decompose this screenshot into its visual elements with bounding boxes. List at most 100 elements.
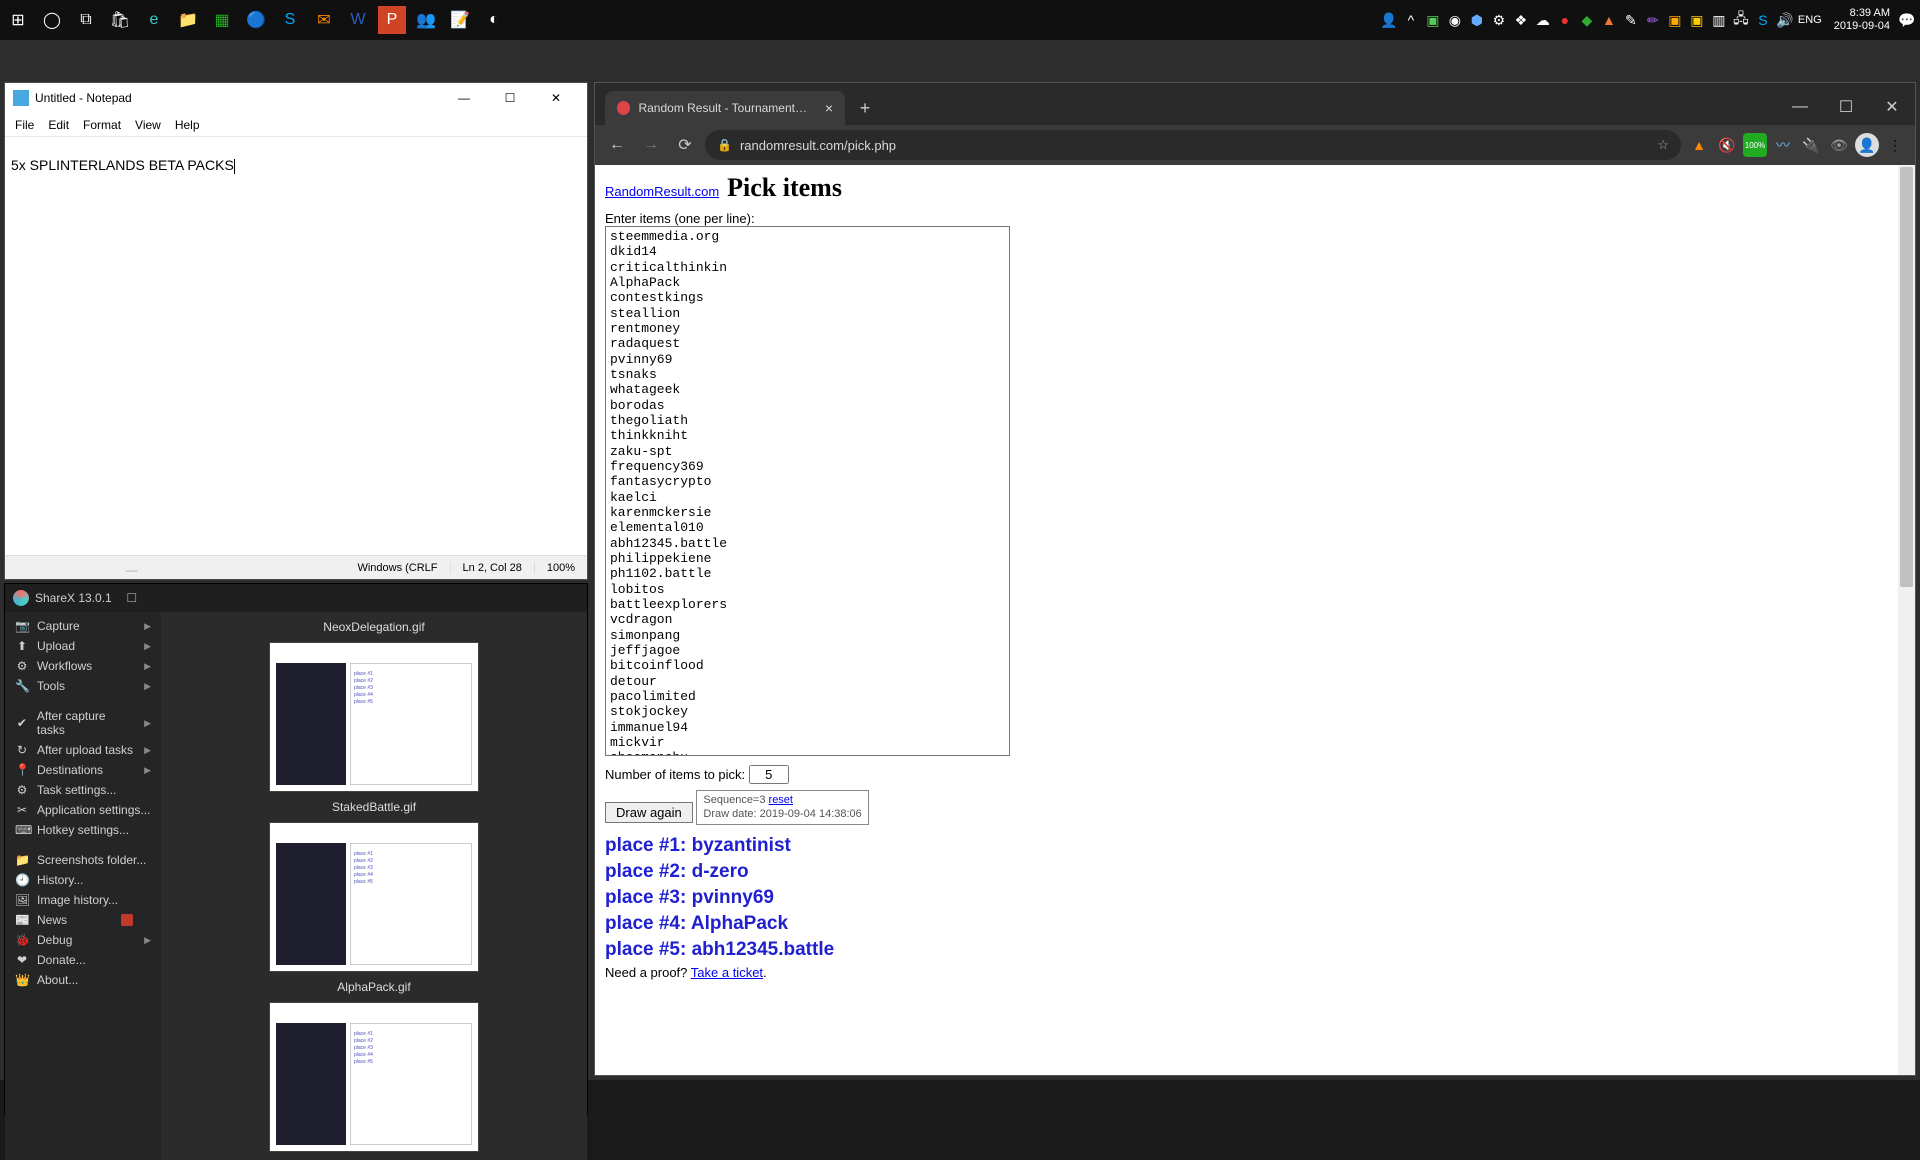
extension-icon[interactable]: 👁: [1827, 133, 1851, 157]
tray-icon[interactable]: ▣: [1424, 11, 1442, 29]
new-tab-button[interactable]: +: [851, 94, 879, 122]
sidebar-item[interactable]: ⚙Workflows▶: [5, 656, 161, 676]
minimize-button[interactable]: —: [1777, 89, 1823, 125]
forward-button[interactable]: →: [637, 131, 665, 159]
page-scrollbar[interactable]: [1898, 165, 1915, 1075]
tab-close-icon[interactable]: ×: [825, 100, 833, 116]
explorer-icon[interactable]: 📁: [174, 6, 202, 34]
tray-icon[interactable]: 🖧: [1732, 11, 1750, 29]
sidebar-item[interactable]: 📍Destinations▶: [5, 760, 161, 780]
sidebar-item[interactable]: ⌨Hotkey settings...: [5, 820, 161, 840]
tray-icon[interactable]: ❖: [1512, 11, 1530, 29]
tray-skype-icon[interactable]: S: [1754, 11, 1772, 29]
teams-icon[interactable]: 👥: [412, 6, 440, 34]
sidebar-item[interactable]: 🔧Tools▶: [5, 676, 161, 696]
tray-people-icon[interactable]: 👤: [1380, 11, 1398, 29]
sidebar-item[interactable]: ✂Application settings...: [5, 800, 161, 820]
taskbar-clock[interactable]: 8:39 AM 2019-09-04: [1834, 7, 1890, 33]
close-button[interactable]: ✕: [1869, 89, 1915, 125]
sharex-app-icon: [13, 590, 29, 606]
excel-icon[interactable]: ▦: [208, 6, 236, 34]
extension-icon[interactable]: 🔌: [1799, 133, 1823, 157]
extension-icon[interactable]: ▲: [1687, 133, 1711, 157]
address-bar[interactable]: 🔒 randomresult.com/pick.php ☆: [705, 130, 1681, 160]
menu-help[interactable]: Help: [169, 116, 206, 134]
sharex-taskbar-icon[interactable]: ◐: [480, 6, 508, 34]
tray-volume-icon[interactable]: 🔊: [1776, 11, 1794, 29]
brand-link[interactable]: RandomResult.com: [605, 184, 719, 199]
minimize-button[interactable]: —: [441, 83, 487, 113]
thumbnail[interactable]: place #1place #2place #3place #4place #5: [269, 1002, 479, 1152]
tray-icon[interactable]: ✏: [1644, 11, 1662, 29]
extension-icon[interactable]: 100%: [1743, 133, 1767, 157]
minimize-button[interactable]: —: [112, 556, 152, 584]
store-icon[interactable]: 🛍: [106, 6, 134, 34]
tray-language[interactable]: ENG: [1798, 14, 1822, 26]
tray-icon[interactable]: ▥: [1710, 11, 1728, 29]
extension-icon[interactable]: 🔇: [1715, 133, 1739, 157]
thumbnail[interactable]: place #1place #2place #3place #4place #5: [269, 822, 479, 972]
tray-icon[interactable]: ◉: [1446, 11, 1464, 29]
tray-icon[interactable]: ◆: [1578, 11, 1596, 29]
tray-icon[interactable]: ✎: [1622, 11, 1640, 29]
sidebar-item[interactable]: ↻After upload tasks▶: [5, 740, 161, 760]
reload-button[interactable]: ⟳: [671, 131, 699, 159]
notepad-icon[interactable]: 📝: [446, 6, 474, 34]
skype-icon[interactable]: S: [276, 6, 304, 34]
taskview-icon[interactable]: ⧉: [72, 6, 100, 34]
profile-avatar[interactable]: 👤: [1855, 133, 1879, 157]
maximize-button[interactable]: ☐: [1823, 89, 1869, 125]
edge-icon[interactable]: e: [140, 6, 168, 34]
sidebar-item[interactable]: 🕘History...: [5, 870, 161, 890]
draw-again-button[interactable]: Draw again: [605, 802, 693, 823]
menu-edit[interactable]: Edit: [42, 116, 75, 134]
browser-tab[interactable]: Random Result - Tournament dra ×: [605, 91, 845, 125]
tray-icon[interactable]: ▣: [1666, 11, 1684, 29]
bookmark-star-icon[interactable]: ☆: [1657, 137, 1669, 153]
menu-file[interactable]: File: [9, 116, 40, 134]
cortana-icon[interactable]: ◯: [38, 6, 66, 34]
menu-view[interactable]: View: [129, 116, 167, 134]
sequence-text: Sequence=3: [703, 794, 768, 806]
scrollbar-thumb[interactable]: [1900, 167, 1913, 587]
sidebar-item[interactable]: 📷Capture▶: [5, 616, 161, 636]
sidebar-item-label: Destinations: [37, 763, 103, 777]
sidebar-item[interactable]: 📁Screenshots folder...: [5, 850, 161, 870]
reset-link[interactable]: reset: [769, 794, 793, 806]
powerpoint-icon[interactable]: P: [378, 6, 406, 34]
start-button[interactable]: ⊞: [4, 6, 32, 34]
sharex-titlebar[interactable]: ShareX 13.0.1 — ☐ ✕: [5, 584, 587, 612]
maximize-button[interactable]: ☐: [487, 83, 533, 113]
tray-icon[interactable]: ☁: [1534, 11, 1552, 29]
word-icon[interactable]: W: [344, 6, 372, 34]
back-button[interactable]: ←: [603, 131, 631, 159]
tray-icon[interactable]: ▲: [1600, 11, 1618, 29]
sidebar-item[interactable]: ❤Donate...: [5, 950, 161, 970]
sidebar-item[interactable]: 🖼Image history...: [5, 890, 161, 910]
sidebar-item[interactable]: ⚙Task settings...: [5, 780, 161, 800]
notifications-icon[interactable]: 💬: [1898, 11, 1916, 29]
notepad-titlebar[interactable]: Untitled - Notepad — ☐ ✕: [5, 83, 587, 113]
take-ticket-link[interactable]: Take a ticket: [691, 965, 763, 980]
notepad-textarea[interactable]: 5x SPLINTERLANDS BETA PACKS: [5, 137, 587, 555]
items-textarea[interactable]: [605, 226, 1010, 756]
sidebar-item[interactable]: 🐞Debug▶: [5, 930, 161, 950]
thumbnail[interactable]: place #1place #2place #3place #4place #5: [269, 642, 479, 792]
sidebar-item[interactable]: 👑About...: [5, 970, 161, 990]
tray-icon[interactable]: ⚙: [1490, 11, 1508, 29]
tray-icon[interactable]: ⬢: [1468, 11, 1486, 29]
maximize-button[interactable]: ☐: [112, 584, 152, 612]
chrome-icon[interactable]: 🔵: [242, 6, 270, 34]
tray-up-icon[interactable]: ^: [1402, 11, 1420, 29]
sidebar-item[interactable]: ✔After capture tasks▶: [5, 706, 161, 740]
extension-icon[interactable]: 〰: [1771, 133, 1795, 157]
chrome-menu-icon[interactable]: ⋮: [1883, 133, 1907, 157]
menu-format[interactable]: Format: [77, 116, 127, 134]
tray-icon[interactable]: ●: [1556, 11, 1574, 29]
sidebar-item[interactable]: 📰News: [5, 910, 161, 930]
num-items-input[interactable]: [749, 765, 789, 784]
outlook-icon[interactable]: ✉: [310, 6, 338, 34]
close-button[interactable]: ✕: [533, 83, 579, 113]
tray-icon[interactable]: ▣: [1688, 11, 1706, 29]
sidebar-item[interactable]: ⬆Upload▶: [5, 636, 161, 656]
